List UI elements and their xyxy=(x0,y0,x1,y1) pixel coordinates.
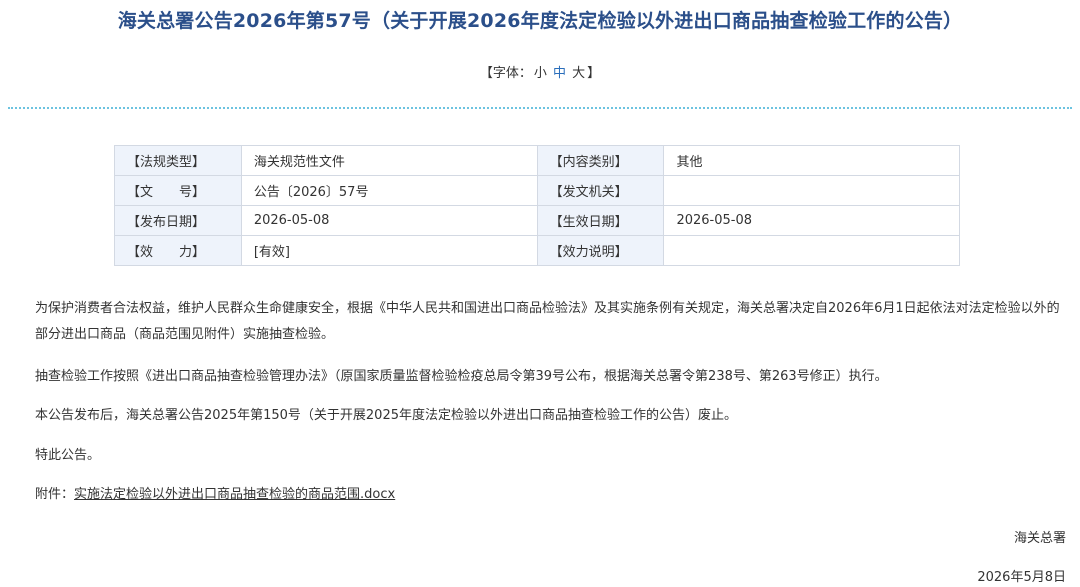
body-paragraph-1-text: 为保护消费者合法权益，维护人民群众生命健康安全，根据《中华人民共和国进出口商品检… xyxy=(35,301,1060,342)
body-paragraph-1: 为保护消费者合法权益，维护人民群众生命健康安全，根据《中华人民共和国进出口商品检… xyxy=(35,296,1070,348)
table-row: 【法规类型】 海关规范性文件 【内容类别】 其他 xyxy=(114,145,960,176)
table-row: 【文 号】 公告〔2026〕57号 【发文机关】 xyxy=(114,175,960,206)
attachment-download-link[interactable]: 实施法定检验以外进出口商品抽查检验的商品范围.docx xyxy=(74,487,395,502)
body-paragraph-2: 抽查检验工作按照《进出口商品抽查检验管理办法》（原国家质量监督检验检疫总局令第3… xyxy=(35,364,1070,390)
body-paragraph-3: 本公告发布后，海关总署公告2025年第150号（关于开展2025年度法定检验以外… xyxy=(35,403,1070,429)
effective-date-label: 【生效日期】 xyxy=(536,205,665,236)
font-size-medium-link[interactable]: 中 xyxy=(553,66,566,81)
font-size-large-link[interactable]: 大 xyxy=(572,66,585,81)
content-category-label: 【内容类别】 xyxy=(536,145,665,176)
attachment-label: 附件： xyxy=(35,487,75,502)
content-category-value: 其他 xyxy=(663,145,960,176)
attachment-line: 附件：实施法定检验以外进出口商品抽查检验的商品范围.docx xyxy=(35,482,1070,508)
font-size-close: 】 xyxy=(587,66,601,81)
font-size-small-link[interactable]: 小 xyxy=(534,66,547,81)
document-number-value: 公告〔2026〕57号 xyxy=(240,175,538,206)
issuing-authority-value xyxy=(663,175,960,206)
signature-org: 海关总署 xyxy=(1013,531,1066,546)
body-paragraph-4-text: 特此公告。 xyxy=(35,448,101,463)
validity-label: 【效 力】 xyxy=(114,235,242,266)
dotted-divider xyxy=(8,107,1072,109)
regulation-type-value: 海关规范性文件 xyxy=(240,145,538,176)
effective-date-value: 2026-05-08 xyxy=(663,205,960,236)
publish-date-label: 【发布日期】 xyxy=(114,205,242,236)
publish-date-value: 2026-05-08 xyxy=(240,205,538,236)
font-size-open: 【字体： xyxy=(479,66,532,81)
issuing-authority-label: 【发文机关】 xyxy=(536,175,665,206)
table-row: 【效 力】 [有效] 【效力说明】 xyxy=(114,235,960,266)
regulation-type-label: 【法规类型】 xyxy=(114,145,242,176)
validity-value: [有效] xyxy=(240,235,538,266)
document-number-label: 【文 号】 xyxy=(114,175,242,206)
body-paragraph-3-text: 本公告发布后，海关总署公告2025年第150号（关于开展2025年度法定检验以外… xyxy=(35,408,737,423)
validity-note-value xyxy=(663,235,960,266)
body-paragraph-2-text: 抽查检验工作按照《进出口商品抽查检验管理办法》（原国家质量监督检验检疫总局令第3… xyxy=(35,369,888,384)
validity-note-label: 【效力说明】 xyxy=(536,235,665,266)
page-title: 海关总署公告2026年第57号（关于开展2026年度法定检验以外进出口商品抽查检… xyxy=(117,10,963,32)
table-row: 【发布日期】 2026-05-08 【生效日期】 2026-05-08 xyxy=(114,205,960,236)
metadata-table: 【法规类型】 海关规范性文件 【内容类别】 其他 【文 号】 公告〔2026〕5… xyxy=(114,145,960,266)
signature-date: 2026年5月8日 xyxy=(977,570,1066,585)
body-paragraph-4: 特此公告。 xyxy=(35,443,1070,469)
font-size-selector: 【字体：小 中 大】 xyxy=(0,62,1080,81)
